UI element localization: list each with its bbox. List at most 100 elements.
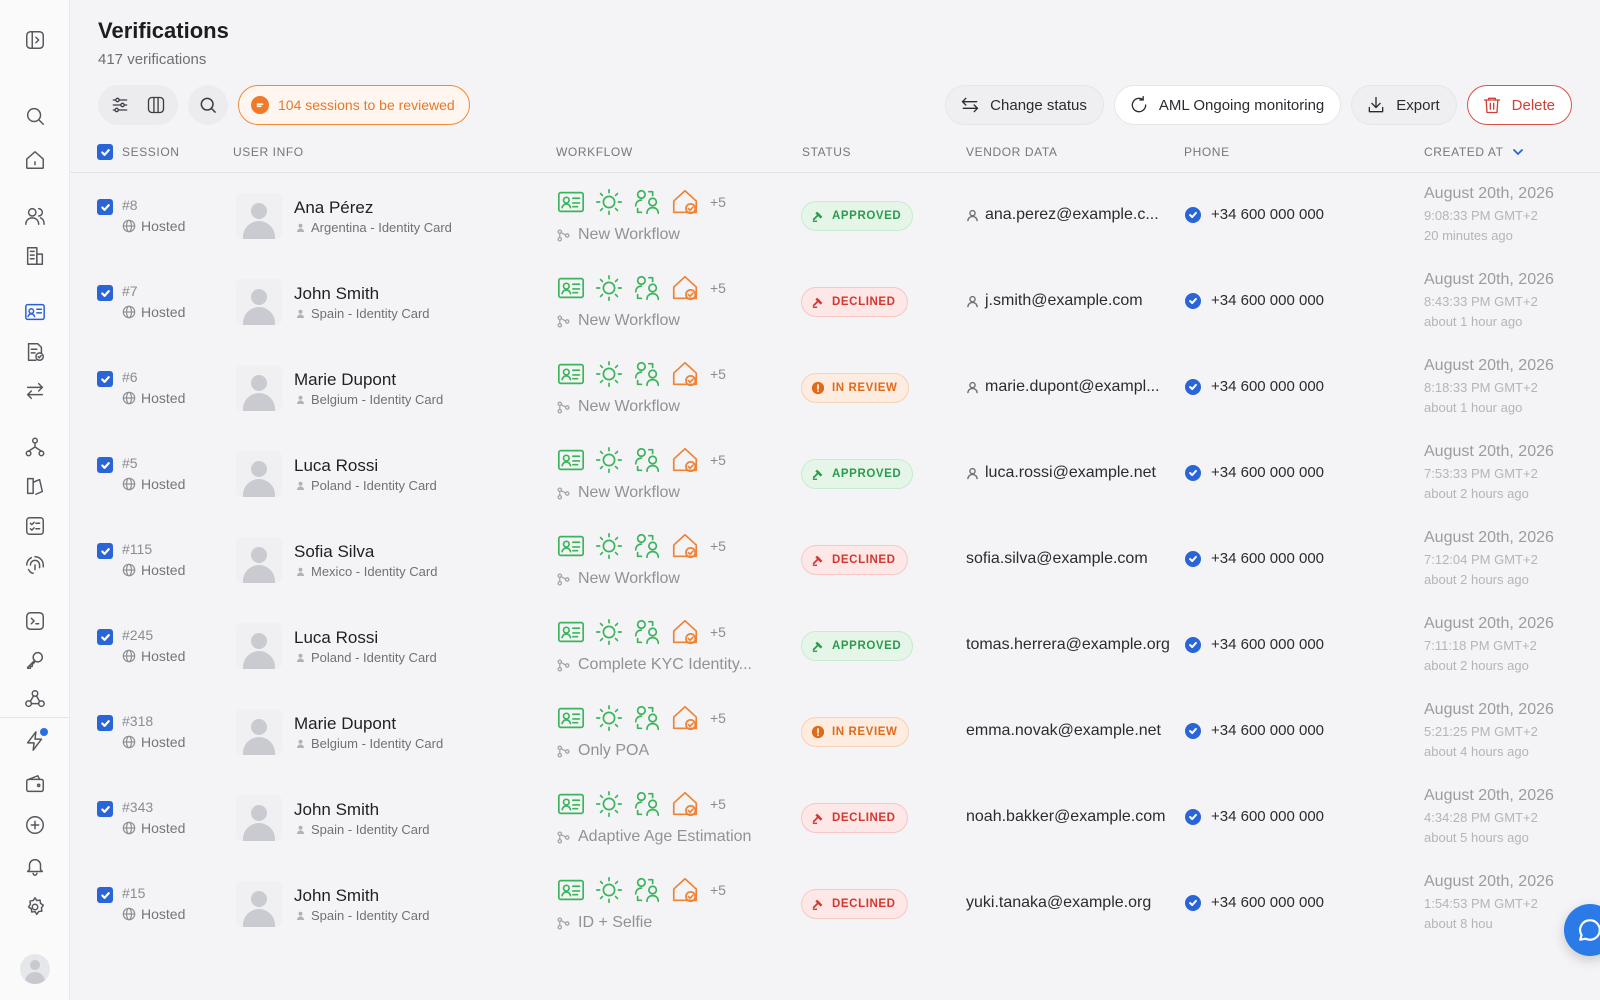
session-id[interactable]: #7: [122, 283, 138, 299]
workflow-more-count[interactable]: +5: [710, 882, 726, 898]
row-checkbox[interactable]: [97, 715, 113, 731]
workflow-steps[interactable]: +5: [556, 789, 726, 819]
terminal-icon[interactable]: [22, 608, 48, 634]
workflow-name[interactable]: Adaptive Age Estimation: [557, 828, 751, 846]
column-user-info[interactable]: USER INFO: [233, 145, 304, 159]
bolt-icon[interactable]: [22, 728, 48, 754]
row-checkbox[interactable]: [97, 457, 113, 473]
change-status-button[interactable]: Change status: [945, 85, 1104, 125]
row-checkbox[interactable]: [97, 543, 113, 559]
workflow-steps[interactable]: +5: [556, 359, 726, 389]
building-icon[interactable]: [22, 243, 48, 269]
row-checkbox[interactable]: [97, 887, 113, 903]
table-row[interactable]: #7 Hosted John Smith Spain - Identity Ca…: [70, 259, 1600, 345]
workflow-steps[interactable]: +5: [556, 531, 726, 561]
row-checkbox[interactable]: [97, 629, 113, 645]
vendor-data[interactable]: noah.bakker@example.com: [966, 808, 1165, 826]
select-all-checkbox[interactable]: [97, 144, 113, 160]
workflow-steps[interactable]: +5: [556, 273, 726, 303]
user-name[interactable]: John Smith: [294, 886, 379, 906]
bell-icon[interactable]: [22, 853, 48, 879]
column-created-at[interactable]: CREATED AT: [1424, 145, 1524, 159]
workflow-steps[interactable]: +5: [556, 703, 726, 733]
delete-button[interactable]: Delete: [1466, 85, 1572, 125]
home-icon[interactable]: [22, 147, 48, 173]
workflow-name[interactable]: New Workflow: [557, 570, 680, 588]
column-phone[interactable]: PHONE: [1184, 145, 1230, 159]
workflow-more-count[interactable]: +5: [710, 624, 726, 640]
users-icon[interactable]: [22, 203, 48, 229]
columns-icon[interactable]: [138, 87, 174, 123]
user-name[interactable]: Luca Rossi: [294, 628, 378, 648]
key-icon[interactable]: [22, 647, 48, 673]
gear-icon[interactable]: [22, 894, 48, 920]
session-id[interactable]: #8: [122, 197, 138, 213]
table-row[interactable]: #8 Hosted Ana Pérez Argentina - Identity…: [70, 173, 1600, 259]
expand-sidebar-icon[interactable]: [22, 27, 48, 53]
workflow-name[interactable]: Complete KYC Identity...: [557, 656, 752, 674]
vendor-data[interactable]: yuki.tanaka@example.org: [966, 894, 1151, 912]
table-row[interactable]: #343 Hosted John Smith Spain - Identity …: [70, 775, 1600, 861]
session-id[interactable]: #343: [122, 799, 153, 815]
vendor-data[interactable]: ana.perez@example.c...: [966, 206, 1159, 224]
table-row[interactable]: #115 Hosted Sofia Silva Mexico - Identit…: [70, 517, 1600, 603]
workflow-name[interactable]: New Workflow: [557, 226, 680, 244]
vendor-data[interactable]: sofia.silva@example.com: [966, 550, 1148, 568]
webhooks-icon[interactable]: [22, 686, 48, 712]
row-checkbox[interactable]: [97, 199, 113, 215]
workflow-more-count[interactable]: +5: [710, 710, 726, 726]
workflow-steps[interactable]: +5: [556, 445, 726, 475]
search-icon[interactable]: [22, 103, 48, 129]
table-row[interactable]: #6 Hosted Marie Dupont Belgium - Identit…: [70, 345, 1600, 431]
user-avatar[interactable]: [20, 954, 50, 984]
user-name[interactable]: Marie Dupont: [294, 370, 396, 390]
session-id[interactable]: #115: [122, 541, 152, 557]
aml-monitoring-button[interactable]: AML Ongoing monitoring: [1113, 85, 1342, 125]
user-name[interactable]: Sofia Silva: [294, 542, 374, 562]
table-row[interactable]: #245 Hosted Luca Rossi Poland - Identity…: [70, 603, 1600, 689]
wallet-icon[interactable]: [22, 771, 48, 797]
workflow-more-count[interactable]: +5: [710, 538, 726, 554]
user-name[interactable]: John Smith: [294, 284, 379, 304]
session-id[interactable]: #6: [122, 369, 138, 385]
fingerprint-icon[interactable]: [22, 552, 48, 578]
vendor-data[interactable]: emma.novak@example.net: [966, 722, 1161, 740]
workflow-name[interactable]: New Workflow: [557, 312, 680, 330]
user-name[interactable]: John Smith: [294, 800, 379, 820]
user-name[interactable]: Ana Pérez: [294, 198, 373, 218]
vendor-data[interactable]: tomas.herrera@example.org: [966, 636, 1170, 654]
row-checkbox[interactable]: [97, 285, 113, 301]
session-id[interactable]: #15: [122, 885, 145, 901]
column-session[interactable]: SESSION: [122, 145, 180, 159]
session-id[interactable]: #245: [122, 627, 153, 643]
column-workflow[interactable]: WORKFLOW: [556, 145, 633, 159]
session-id[interactable]: #318: [122, 713, 153, 729]
table-row[interactable]: #318 Hosted Marie Dupont Belgium - Ident…: [70, 689, 1600, 775]
table-row[interactable]: #5 Hosted Luca Rossi Poland - Identity C…: [70, 431, 1600, 517]
workflow-steps[interactable]: +5: [556, 187, 726, 217]
workflow-name[interactable]: ID + Selfie: [557, 914, 652, 932]
workflow-more-count[interactable]: +5: [710, 796, 726, 812]
workflow-more-count[interactable]: +5: [710, 452, 726, 468]
vendor-data[interactable]: marie.dupont@exampl...: [966, 378, 1160, 396]
export-button[interactable]: Export: [1351, 85, 1457, 125]
table-search-button[interactable]: [188, 85, 228, 125]
workflow-name[interactable]: New Workflow: [557, 484, 680, 502]
workflow-more-count[interactable]: +5: [710, 194, 726, 210]
sessions-to-review-button[interactable]: 104 sessions to be reviewed: [238, 85, 470, 125]
vendor-data[interactable]: j.smith@example.com: [966, 292, 1143, 310]
workflow-name[interactable]: New Workflow: [557, 398, 680, 416]
vendor-data[interactable]: luca.rossi@example.net: [966, 464, 1156, 482]
workflow-steps[interactable]: +5: [556, 875, 726, 905]
book-icon[interactable]: [22, 473, 48, 499]
document-check-icon[interactable]: [22, 339, 48, 365]
row-checkbox[interactable]: [97, 801, 113, 817]
session-id[interactable]: #5: [122, 455, 138, 471]
column-status[interactable]: STATUS: [802, 145, 851, 159]
add-circle-icon[interactable]: [22, 812, 48, 838]
checklist-icon[interactable]: [22, 513, 48, 539]
workflow-more-count[interactable]: +5: [710, 280, 726, 296]
column-vendor-data[interactable]: VENDOR DATA: [966, 145, 1058, 159]
user-name[interactable]: Marie Dupont: [294, 714, 396, 734]
user-name[interactable]: Luca Rossi: [294, 456, 378, 476]
